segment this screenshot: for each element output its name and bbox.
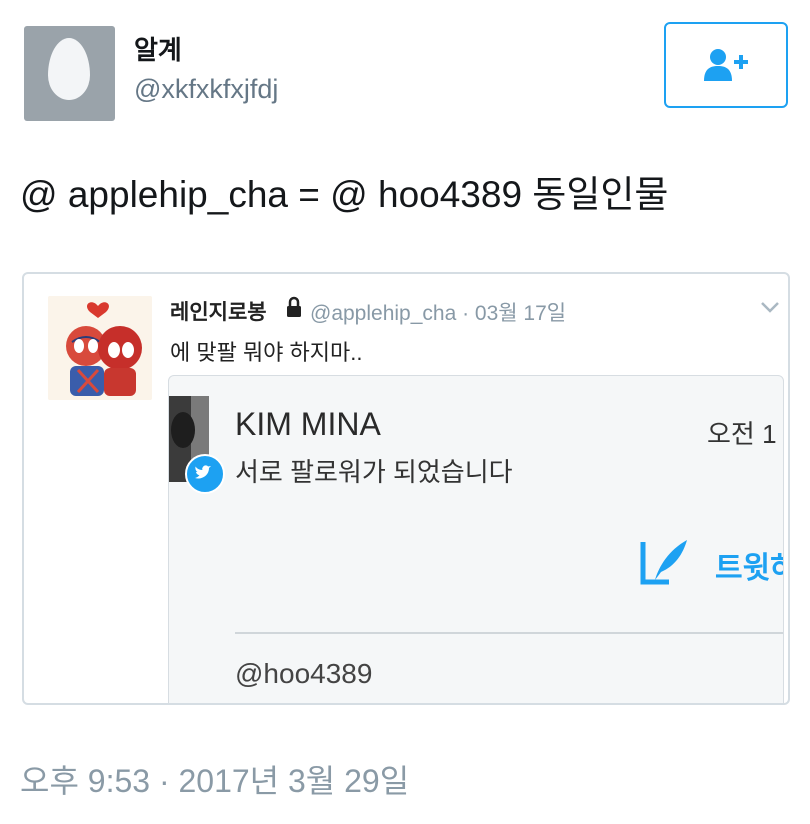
quoted-author-name: 레인지로봉 (170, 301, 267, 324)
quoted-avatar (48, 296, 152, 400)
attached-image-card[interactable]: 레인지로봉 @applehip_cha · 03월 17일 에 맞팔 뭐야 하지… (22, 272, 790, 705)
tweet-button-label: 트윗하 (715, 552, 783, 585)
quoted-handle-date: @applehip_cha · 03월 17일 (310, 302, 567, 325)
notification-message: 서로 팔로워가 되었습니다 (235, 457, 513, 487)
author-handle[interactable]: @xkfxkfxjfdj (134, 74, 278, 105)
divider (235, 632, 783, 634)
add-user-icon (704, 49, 748, 81)
lock-icon (287, 296, 301, 317)
author-name[interactable]: 알계 (134, 30, 182, 67)
tweet-text: @ applehip_cha = @ hoo4389 동일인물 (20, 174, 669, 215)
notification-time: 오전 1 (707, 419, 777, 449)
cartoon-avatar-icon (48, 296, 152, 400)
reply-handle: @hoo4389 (235, 658, 373, 689)
chevron-down-icon (761, 302, 779, 313)
egg-avatar-icon (48, 38, 90, 100)
tweet-timestamp[interactable]: 오후 9:53 · 2017년 3월 29일 (20, 756, 409, 802)
author-avatar[interactable] (24, 26, 115, 121)
notification-user-name: KIM MINA (235, 406, 381, 442)
nested-notification-card: KIM MINA 오전 1 서로 팔로워가 되었습니다 트윗하 @hoo4389 (168, 375, 784, 703)
twitter-bird-icon (185, 454, 225, 494)
quoted-tweet-text: 에 맞팔 뭐야 하지마.. (170, 340, 363, 365)
compose-tweet-icon (640, 540, 687, 585)
follow-button[interactable] (664, 22, 788, 108)
